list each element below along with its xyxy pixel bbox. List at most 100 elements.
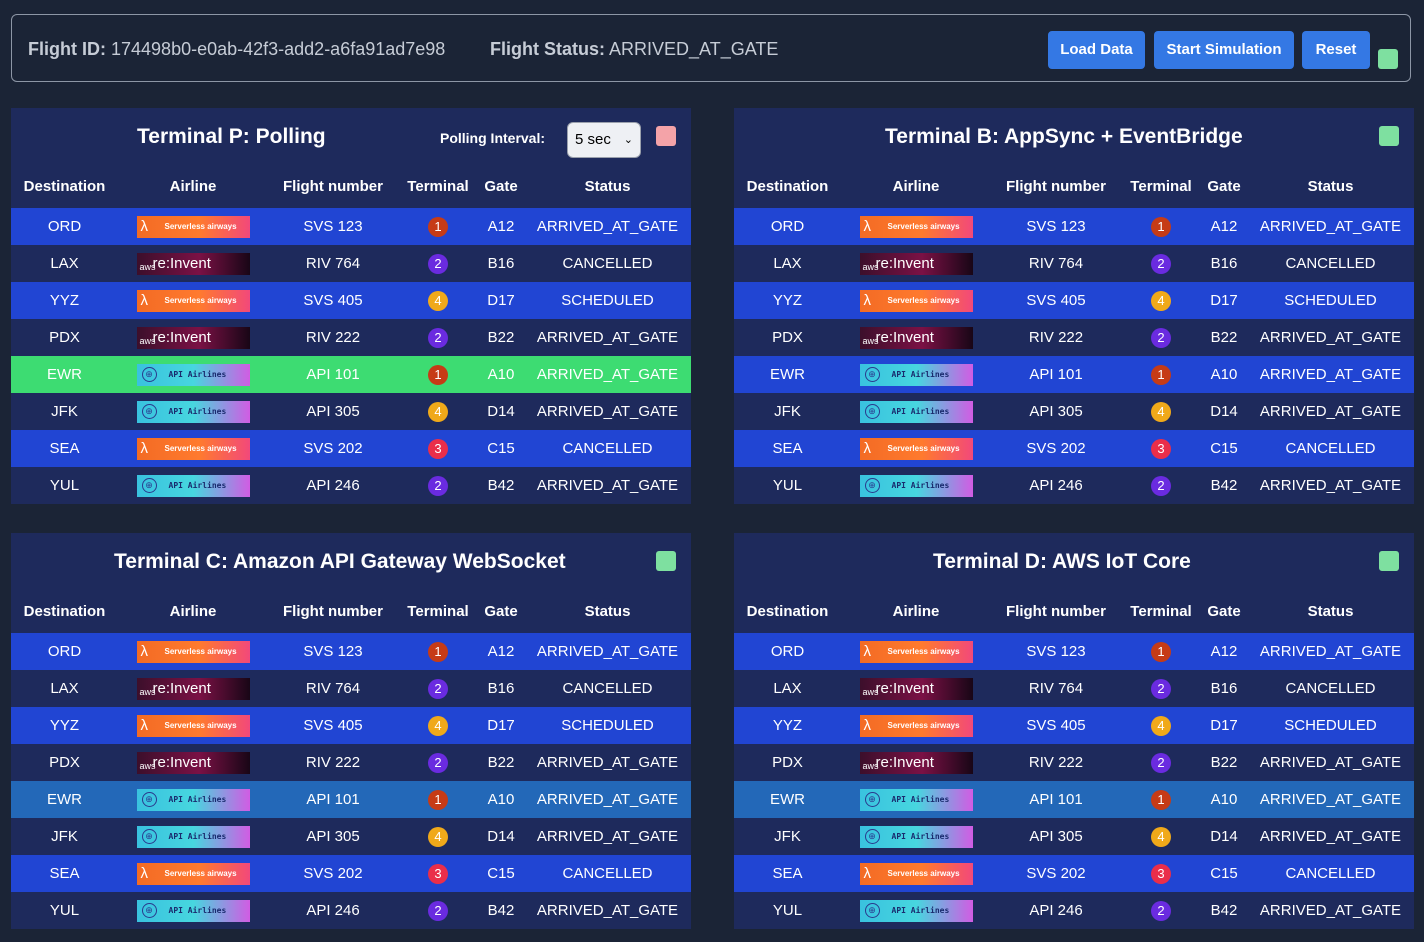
airline-logo: aws re:Invent	[859, 677, 973, 700]
airline-logo: λ Serverless airways	[136, 289, 250, 312]
load-data-button[interactable]: Load Data	[1048, 31, 1145, 69]
flight-number-cell: RIV 764	[991, 670, 1121, 707]
terminal-cell: 2	[1121, 319, 1201, 356]
gate-cell: B16	[478, 245, 524, 282]
table-row[interactable]: JFK ⊕ API Airlines API 305 4 D14 ARRIVED_AT_GA…	[11, 818, 691, 855]
flight-id: Flight ID: 174498b0-e0ab-42f3-add2-a6fa9…	[28, 39, 445, 60]
terminal-cell: 3	[1121, 855, 1201, 892]
status-cell: ARRIVED_AT_GATE	[1247, 319, 1414, 356]
terminal-badge: 4	[428, 826, 448, 847]
table-row[interactable]: LAX aws re:Invent RIV 764 2 B16 CANCELLED	[734, 670, 1414, 707]
terminal-badge: 4	[428, 401, 448, 422]
table-row[interactable]: EWR ⊕ API Airlines API 101 1 A10 ARRIVED_AT_GA…	[11, 781, 691, 818]
table-row[interactable]: JFK ⊕ API Airlines API 305 4 D14 ARRIVED_AT_GA…	[734, 818, 1414, 855]
terminal-badge: 2	[428, 678, 448, 699]
polling-interval-select[interactable]: 5 sec ⌄	[567, 122, 641, 158]
airline-logo-text: API Airlines	[168, 406, 227, 416]
table-row[interactable]: PDX aws re:Invent RIV 222 2 B22 ARRIVED_AT_GAT…	[11, 319, 691, 356]
airline-logo-text: Serverless airways	[164, 720, 237, 730]
status-cell: CANCELLED	[524, 670, 691, 707]
column-header: Gate	[1207, 603, 1241, 620]
status-cell: CANCELLED	[1247, 430, 1414, 467]
terminal-badge: 2	[428, 900, 448, 921]
terminal-cell: 2	[1121, 670, 1201, 707]
lambda-icon: λ	[140, 217, 149, 235]
gate-cell: B22	[1201, 744, 1247, 781]
table-row[interactable]: PDX aws re:Invent RIV 222 2 B22 ARRIVED_AT_GAT…	[11, 744, 691, 781]
airline-logo: λ Serverless airways	[859, 714, 973, 737]
table-row[interactable]: SEA λ Serverless airways SVS 202 3 C15 CANCELL…	[11, 855, 691, 892]
terminal-badge: 1	[428, 364, 448, 385]
table-row[interactable]: LAX aws re:Invent RIV 764 2 B16 CANCELLED	[11, 245, 691, 282]
table-row[interactable]: PDX aws re:Invent RIV 222 2 B22 ARRIVED_AT_GAT…	[734, 319, 1414, 356]
table-row[interactable]: EWR ⊕ API Airlines API 101 1 A10 ARRIVED_AT_GA…	[734, 781, 1414, 818]
airline-logo-text: Serverless airways	[887, 221, 960, 231]
terminal-cell: 1	[398, 356, 478, 393]
table-row[interactable]: JFK ⊕ API Airlines API 305 4 D14 ARRIVED_AT_GA…	[11, 393, 691, 430]
column-header: Status	[1307, 178, 1354, 195]
table-row[interactable]: YUL ⊕ API Airlines API 246 2 B42 ARRIVED_AT_GA…	[734, 467, 1414, 504]
destination-cell: LAX	[734, 670, 841, 707]
terminal-cell: 1	[398, 781, 478, 818]
flight-number-cell: RIV 764	[268, 245, 398, 282]
table-row[interactable]: LAX aws re:Invent RIV 764 2 B16 CANCELLED	[11, 670, 691, 707]
table-row[interactable]: SEA λ Serverless airways SVS 202 3 C15 CANCELL…	[11, 430, 691, 467]
flights-table: Destination Airline Flight number Terminal G…	[11, 590, 691, 929]
panel-title: Terminal B: AppSync + EventBridge	[885, 125, 1243, 148]
airline-logo: λ Serverless airways	[136, 862, 250, 885]
table-row[interactable]: SEA λ Serverless airways SVS 202 3 C15 CANCELL…	[734, 855, 1414, 892]
panel-status-indicator	[1379, 551, 1399, 571]
flight-number-cell: SVS 123	[268, 208, 398, 245]
lambda-icon: λ	[140, 642, 149, 660]
column-header: Airline	[169, 178, 217, 195]
table-row[interactable]: YYZ λ Serverless airways SVS 405 4 D17 SCHEDUL…	[11, 282, 691, 319]
table-row[interactable]: JFK ⊕ API Airlines API 305 4 D14 ARRIVED_AT_GA…	[734, 393, 1414, 430]
table-row[interactable]: YUL ⊕ API Airlines API 246 2 B42 ARRIVED_AT_GA…	[734, 892, 1414, 929]
terminal-cell: 1	[398, 633, 478, 670]
table-row[interactable]: YUL ⊕ API Airlines API 246 2 B42 ARRIVED_AT_GA…	[11, 892, 691, 929]
table-row[interactable]: SEA λ Serverless airways SVS 202 3 C15 CANCELL…	[734, 430, 1414, 467]
terminal-cell: 4	[398, 282, 478, 319]
table-row[interactable]: EWR ⊕ API Airlines API 101 1 A10 ARRIVED_AT_GA…	[11, 356, 691, 393]
table-row[interactable]: PDX aws re:Invent RIV 222 2 B22 ARRIVED_AT_GAT…	[734, 744, 1414, 781]
terminal-badge: 2	[1151, 475, 1171, 496]
flight-number-cell: SVS 202	[991, 430, 1121, 467]
destination-cell: ORD	[11, 633, 118, 670]
table-row[interactable]: YYZ λ Serverless airways SVS 405 4 D17 SCHEDUL…	[11, 707, 691, 744]
table-row[interactable]: YYZ λ Serverless airways SVS 405 4 D17 SCHEDUL…	[734, 282, 1414, 319]
table-row[interactable]: ORD λ Serverless airways SVS 123 1 A12 ARRIVED…	[11, 208, 691, 245]
flight-number-cell: API 305	[268, 393, 398, 430]
airline-logo-text: Serverless airways	[887, 646, 960, 656]
panel-status-indicator	[656, 551, 676, 571]
table-row[interactable]: ORD λ Serverless airways SVS 123 1 A12 ARRIVED…	[734, 208, 1414, 245]
terminal-badge: 4	[1151, 715, 1171, 736]
column-header: Destination	[746, 178, 829, 195]
reset-button[interactable]: Reset	[1302, 31, 1370, 69]
gate-cell: D17	[478, 282, 524, 319]
flight-id-label: Flight ID:	[28, 39, 106, 59]
airline-logo: λ Serverless airways	[136, 215, 250, 238]
airline-logo: ⊕ API Airlines	[136, 400, 250, 423]
table-row[interactable]: LAX aws re:Invent RIV 764 2 B16 CANCELLED	[734, 245, 1414, 282]
polling-interval-value: 5 sec	[575, 131, 611, 148]
flight-info-bar: Flight ID: 174498b0-e0ab-42f3-add2-a6fa9…	[11, 14, 1411, 82]
terminal-cell: 3	[1121, 430, 1201, 467]
table-row[interactable]: YYZ λ Serverless airways SVS 405 4 D17 SCHEDUL…	[734, 707, 1414, 744]
terminal-badge: 2	[1151, 752, 1171, 773]
airline-logo-text: Serverless airways	[887, 443, 960, 453]
airline-cell: ⊕ API Airlines	[118, 892, 268, 929]
table-row[interactable]: EWR ⊕ API Airlines API 101 1 A10 ARRIVED_AT_GA…	[734, 356, 1414, 393]
destination-cell: ORD	[734, 208, 841, 245]
airline-cell: aws re:Invent	[118, 744, 268, 781]
gate-cell: B22	[478, 744, 524, 781]
table-row[interactable]: YUL ⊕ API Airlines API 246 2 B42 ARRIVED_AT_GA…	[11, 467, 691, 504]
start-simulation-button[interactable]: Start Simulation	[1154, 31, 1294, 69]
terminal-badge: 1	[428, 216, 448, 237]
terminal-cell: 2	[398, 670, 478, 707]
lambda-icon: λ	[863, 716, 872, 734]
airline-logo-text: API Airlines	[891, 831, 950, 841]
table-row[interactable]: ORD λ Serverless airways SVS 123 1 A12 ARRIVED…	[11, 633, 691, 670]
table-row[interactable]: ORD λ Serverless airways SVS 123 1 A12 ARRIVED…	[734, 633, 1414, 670]
status-cell: SCHEDULED	[524, 707, 691, 744]
globe-icon: ⊕	[141, 366, 157, 382]
